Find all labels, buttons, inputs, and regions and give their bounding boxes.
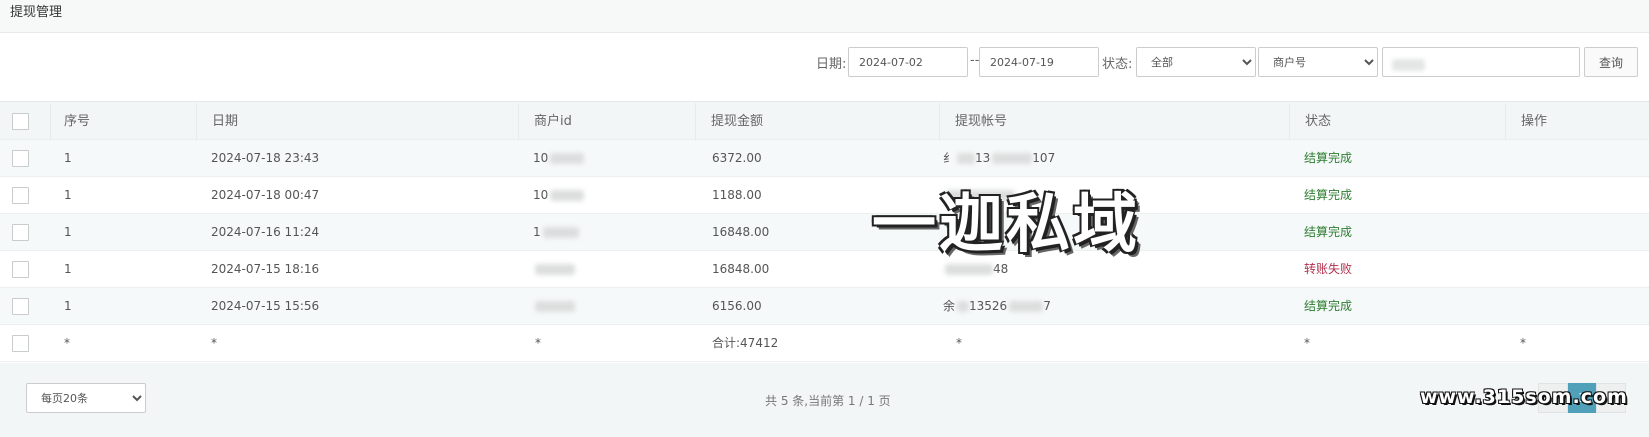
row-amount: 6372.00 [712,151,762,165]
page-title: 提现管理 [10,5,63,20]
header-status: 状态 [1289,103,1505,140]
row-merchant-id [533,288,575,325]
total-action: * [1520,336,1526,350]
withdrawal-table: 序号 日期 商户id 提现金额 提现帐号 状态 操作 1 2024-07-18 … [0,103,1649,363]
header-amount: 提现金额 [695,103,939,140]
row-amount: 16848.00 [712,262,770,276]
date-from-input[interactable] [848,47,968,77]
total-row: * * * 合计:47412 * * * [0,325,1649,362]
select-all-checkbox[interactable] [12,113,29,130]
row-date: 2024-07-16 11:24 [211,225,320,239]
header-action: 操作 [1505,103,1649,140]
row-checkbox[interactable] [12,298,29,315]
total-merchant: * [535,336,541,350]
row-amount: 16848.00 [712,225,770,239]
keyword-blur [1392,59,1425,71]
total-status: * [1304,336,1310,350]
table-row: 1 2024-07-18 23:43 10 6372.00 纟 13 107 结算完… [0,140,1649,177]
table-row: 1 2024-07-18 00:47 10 1188.00 结算完成 [0,177,1649,214]
row-merchant-id: 1 [533,214,579,251]
header-no: 序号 [50,103,196,140]
row-status: 结算完成 [1304,151,1353,165]
row-no: 1 [64,188,72,202]
total-amount: 合计:47412 [712,336,779,350]
row-no: 1 [64,299,72,313]
row-no: 1 [64,262,72,276]
row-status: 结算完成 [1304,225,1353,239]
filter-bar: 日期: -- 状态: 全部 商户号 查询 [0,33,1649,102]
pagination-summary: 共 5 条,当前第 1 / 1 页 [765,394,891,408]
row-merchant-id: 10 [533,140,585,177]
row-date: 2024-07-18 00:47 [211,188,320,202]
row-date: 2024-07-15 18:16 [211,262,320,276]
table-row: 1 2024-07-15 15:56 6156.00 余 13526 7 结算完成 [0,288,1649,325]
header-merchant-id: 商户id [518,103,695,140]
row-amount: 6156.00 [712,299,762,313]
row-status: 转账失败 [1304,262,1353,276]
table-row: 1 2024-07-15 18:16 16848.00 48 转账失败 [0,251,1649,288]
page-header: 提现管理 [0,0,1649,33]
row-date: 2024-07-15 15:56 [211,299,320,313]
row-checkbox[interactable] [12,187,29,204]
row-status: 结算完成 [1304,188,1353,202]
row-account: 纟 13 107 [943,151,1056,165]
row-merchant-id: 10 [533,177,585,214]
header-account: 提现帐号 [939,103,1289,140]
table-header: 序号 日期 商户id 提现金额 提现帐号 状态 操作 [0,103,1649,140]
pagination-bar: 每页20条 共 5 条,当前第 1 / 1 页 ‹ 1 › [0,371,1649,431]
total-row-checkbox[interactable] [12,335,29,352]
row-amount: 1188.00 [712,188,762,202]
total-no: * [64,336,70,350]
row-checkbox[interactable] [12,261,29,278]
watermark-logo: 一迦私域 [872,188,1140,262]
row-checkbox[interactable] [12,150,29,167]
row-merchant-id [533,251,575,288]
search-field-select[interactable]: 商户号 [1258,47,1378,77]
date-separator: -- [970,53,980,68]
date-to-input[interactable] [979,47,1099,77]
status-select[interactable]: 全部 [1136,47,1256,77]
total-date: * [211,336,217,350]
page-size-select[interactable]: 每页20条 [26,383,146,413]
status-label: 状态: [1102,57,1133,72]
search-button[interactable]: 查询 [1584,47,1638,77]
total-account: * [956,336,962,350]
row-status: 结算完成 [1304,299,1353,313]
table-row: 1 2024-07-16 11:24 1 16848.00 结算完成 [0,214,1649,251]
row-checkbox[interactable] [12,224,29,241]
header-date: 日期 [196,103,518,140]
row-no: 1 [64,151,72,165]
row-account: 余 13526 7 [943,299,1051,313]
row-date: 2024-07-18 23:43 [211,151,320,165]
watermark-site: www.315som.com [1420,386,1628,408]
date-label: 日期: [816,57,847,72]
row-no: 1 [64,225,72,239]
